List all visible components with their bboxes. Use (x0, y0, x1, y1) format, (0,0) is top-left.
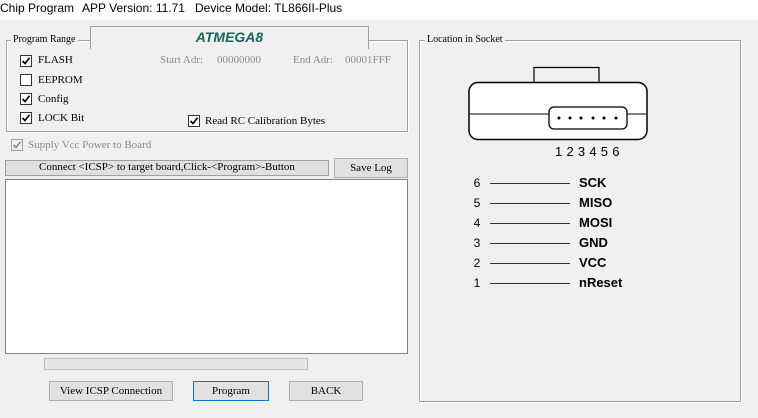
start-adr-value: 00000000 (217, 54, 261, 66)
save-log-button[interactable]: Save Log (334, 158, 408, 178)
chip-name: ATMEGA8 (195, 29, 264, 45)
status-message: Connect <ICSP> to target board,Click-<Pr… (5, 160, 329, 176)
check-icon (21, 57, 31, 65)
pin-name: SCK (579, 175, 607, 190)
pin-row-4: 4 MOSI (470, 215, 650, 231)
check-icon (189, 117, 199, 125)
pin-row-2: 2 VCC (470, 255, 650, 271)
flash-label[interactable]: FLASH (38, 54, 73, 67)
app-version: APP Version: 11.71 (82, 1, 185, 15)
pin-row-5: 5 MISO (470, 195, 650, 211)
pin-name: MOSI (579, 215, 613, 230)
pin-numbers: 1 2 3 4 5 6 (555, 144, 620, 159)
pin-name: MISO (579, 195, 613, 210)
lock-bit-label[interactable]: LOCK Bit (38, 112, 84, 125)
pin-number: 2 (473, 256, 481, 270)
pin-number: 4 (473, 216, 481, 230)
progress-bar (44, 358, 308, 370)
window-title: Chip Program (0, 1, 75, 15)
supply-vcc-label[interactable]: Supply Vcc Power to Board (28, 139, 151, 152)
pin-line (490, 203, 570, 204)
pin-line (490, 283, 570, 284)
end-adr-value: 00001FFF (345, 54, 391, 66)
rc-calibration-label[interactable]: Read RC Calibration Bytes (205, 115, 325, 128)
lock-bit-checkbox[interactable] (20, 112, 32, 124)
pin-name: GND (579, 235, 608, 250)
check-icon (12, 141, 22, 149)
rc-calibration-checkbox[interactable] (188, 115, 200, 127)
check-icon (21, 95, 31, 103)
view-icsp-connection-button[interactable]: View ICSP Connection (49, 381, 173, 401)
check-icon (21, 114, 31, 122)
pin-row-3: 3 GND (470, 235, 650, 251)
pin-number: 5 (473, 196, 481, 210)
device-model: Device Model: TL866II-Plus (195, 1, 343, 15)
supply-vcc-checkbox[interactable] (11, 139, 23, 151)
pin-map: 6 SCK 5 MISO 4 MOSI 3 GND 2 VCC 1 nReset (470, 176, 650, 296)
pin-line (490, 243, 570, 244)
pin-number: 6 (473, 176, 481, 190)
title-bar: Chip Program APP Version: 11.71 Device M… (0, 0, 758, 20)
back-button[interactable]: BACK (289, 381, 363, 401)
program-range-legend: Program Range (11, 34, 78, 45)
pin-line (490, 223, 570, 224)
end-adr-label: End Adr: (293, 54, 334, 66)
pin-number: 1 (473, 276, 481, 290)
chip-name-panel: ATMEGA8 (90, 26, 369, 49)
program-button[interactable]: Program (193, 381, 269, 401)
pin-name: nReset (579, 275, 623, 290)
config-label[interactable]: Config (38, 93, 69, 106)
start-adr-label: Start Adr: (160, 54, 204, 66)
pin-number: 3 (473, 236, 481, 250)
config-checkbox[interactable] (20, 93, 32, 105)
icsp-connector-icon (468, 66, 648, 141)
eeprom-label[interactable]: EEPROM (38, 74, 83, 87)
log-output[interactable] (5, 179, 408, 354)
pin-name: VCC (579, 255, 607, 270)
pin-row-6: 6 SCK (470, 175, 650, 191)
eeprom-checkbox[interactable] (20, 74, 32, 86)
flash-checkbox[interactable] (20, 55, 32, 67)
socket-legend: Location in Socket (425, 34, 505, 45)
pin-row-1: 1 nReset (470, 275, 650, 291)
pin-line (490, 183, 570, 184)
pin-line (490, 263, 570, 264)
